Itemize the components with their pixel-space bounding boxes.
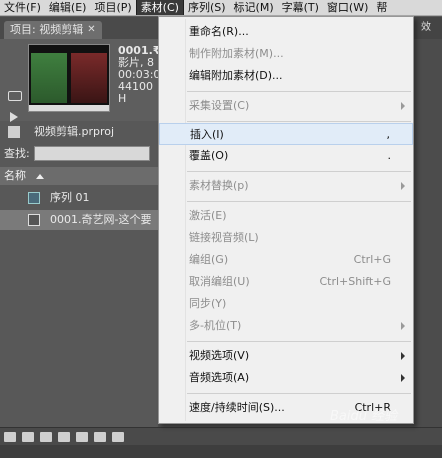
delete-icon[interactable]: [112, 431, 124, 442]
menu-item-insert[interactable]: 插入(I) ,: [159, 123, 413, 145]
menu-title[interactable]: 字幕(T): [278, 0, 323, 15]
column-header-name[interactable]: 名称: [0, 167, 158, 185]
find-icon[interactable]: [58, 431, 70, 442]
submenu-arrow-icon: [401, 102, 405, 110]
menu-item-label: 同步(Y): [189, 297, 227, 310]
menu-file[interactable]: 文件(F): [0, 0, 45, 15]
menu-item-label: 多-机位(T): [189, 319, 242, 332]
menu-item-label: 音频选项(A): [189, 371, 250, 384]
menu-separator: [187, 201, 411, 202]
menu-help[interactable]: 帮: [372, 0, 391, 15]
submenu-arrow-icon: [401, 322, 405, 330]
new-bin-icon[interactable]: [76, 431, 88, 442]
menu-item-synchronize[interactable]: 同步(Y): [159, 293, 413, 315]
menu-item-label: 链接视音频(L): [189, 231, 259, 244]
thumbnail-frame-right: [71, 53, 107, 103]
menu-item-label: 重命名(R)...: [189, 25, 249, 38]
find-input[interactable]: [33, 145, 150, 161]
new-item-icon[interactable]: [94, 431, 106, 442]
clip-thumbnail: [28, 44, 110, 112]
thumbnail-scrub-bar[interactable]: [29, 105, 109, 111]
menu-item-rename[interactable]: 重命名(R)...: [159, 21, 413, 43]
list-item[interactable]: 序列 01: [0, 188, 158, 208]
menu-item-label: 激活(E): [189, 209, 227, 222]
menu-item-make-subclip[interactable]: 制作附加素材(M)...: [159, 43, 413, 65]
sequence-icon: [28, 192, 40, 204]
menu-item-shortcut: Ctrl+Shift+G: [319, 275, 391, 288]
film-clip-icon: [28, 214, 40, 226]
project-tab-row: 项目: 视频剪辑 ✕: [0, 17, 158, 39]
find-row: 查找:: [0, 143, 158, 163]
camera-icon[interactable]: [8, 91, 22, 101]
list-view-icon[interactable]: [4, 431, 16, 442]
menu-item-edit-subclip[interactable]: 编辑附加素材(D)...: [159, 65, 413, 87]
watermark: Baidu 经验: [330, 409, 398, 424]
menu-separator: [187, 121, 411, 122]
menu-item-overlay[interactable]: 覆盖(O) .: [159, 145, 413, 167]
menu-item-label: 制作附加素材(M)...: [189, 47, 284, 60]
menu-item-shortcut: ,: [386, 128, 391, 141]
menu-item-audio-options[interactable]: 音频选项(A): [159, 367, 413, 389]
project-panel: 项目: 视频剪辑 ✕ 0001.₹ 影片, 8 00:03:0 44100 H …: [0, 17, 160, 458]
menu-item-label: 视频选项(V): [189, 349, 250, 362]
close-icon[interactable]: ✕: [87, 21, 95, 39]
menu-item-shortcut: .: [387, 149, 392, 162]
menu-clip[interactable]: 素材(C): [135, 0, 184, 15]
thumbnail-frame-left: [31, 53, 67, 103]
menu-item-label: 编组(G): [189, 253, 229, 266]
menu-item-label: 素材替换(p): [189, 179, 249, 192]
menu-sequence[interactable]: 序列(S): [184, 0, 230, 15]
menu-item-replace-footage[interactable]: 素材替换(p): [159, 175, 413, 197]
menu-item-video-options[interactable]: 视频选项(V): [159, 345, 413, 367]
project-tab[interactable]: 项目: 视频剪辑 ✕: [4, 21, 102, 39]
menu-item-link-av[interactable]: 链接视音频(L): [159, 227, 413, 249]
clip-preview: 0001.₹ 影片, 8 00:03:0 44100 H: [0, 39, 160, 122]
find-label: 查找:: [4, 147, 30, 160]
menu-item-label: 覆盖(O): [189, 149, 229, 162]
sort-ascending-icon: [35, 174, 44, 179]
menu-item-group[interactable]: 编组(G) Ctrl+G: [159, 249, 413, 271]
menu-item-label: 插入(I): [190, 128, 224, 141]
effects-tab[interactable]: 效: [410, 17, 442, 39]
menu-separator: [187, 91, 411, 92]
menu-marker[interactable]: 标记(M): [230, 0, 278, 15]
menu-item-multi-camera[interactable]: 多-机位(T): [159, 315, 413, 337]
list-item[interactable]: 0001.奇艺网-这个要: [0, 210, 158, 230]
list-item-label: 0001.奇艺网-这个要: [50, 213, 152, 226]
menu-item-enable[interactable]: 激活(E): [159, 205, 413, 227]
panel-bottom-toolbar: [0, 427, 442, 445]
menu-item-label: 取消编组(U): [189, 275, 250, 288]
menu-edit[interactable]: 编辑(E): [45, 0, 91, 15]
menu-item-capture-settings[interactable]: 采集设置(C): [159, 95, 413, 117]
clip-rate: 44100 H: [118, 80, 153, 105]
icon-view-icon[interactable]: [22, 431, 34, 442]
automate-icon[interactable]: [40, 431, 52, 442]
list-item-label: 序列 01: [50, 191, 90, 204]
menu-bar: 文件(F) 编辑(E) 项目(P) 素材(C) 序列(S) 标记(M) 字幕(T…: [0, 0, 442, 16]
menu-item-label: 速度/持续时间(S)...: [189, 401, 285, 414]
horizontal-scrollbar[interactable]: [0, 445, 442, 458]
clip-menu-dropdown: 重命名(R)... 制作附加素材(M)... 编辑附加素材(D)... 采集设置…: [158, 16, 414, 424]
menu-item-ungroup[interactable]: 取消编组(U) Ctrl+Shift+G: [159, 271, 413, 293]
menu-separator: [187, 341, 411, 342]
menu-item-label: 采集设置(C): [189, 99, 250, 112]
column-header-label: 名称: [4, 169, 26, 182]
submenu-arrow-icon: [401, 182, 405, 190]
project-file-label: 视频剪辑.prproj: [34, 125, 115, 138]
clip-info: 0001.₹ 影片, 8 00:03:0 44100 H: [118, 45, 160, 105]
submenu-arrow-icon: [401, 352, 405, 360]
menu-separator: [187, 393, 411, 394]
menu-item-label: 编辑附加素材(D)...: [189, 69, 283, 82]
project-file-name: 视频剪辑.prproj: [0, 123, 158, 141]
menu-separator: [187, 171, 411, 172]
submenu-arrow-icon: [401, 374, 405, 382]
menu-project[interactable]: 项目(P): [90, 0, 135, 15]
play-icon[interactable]: [10, 112, 18, 122]
menu-item-shortcut: Ctrl+G: [353, 253, 391, 266]
file-icon: [8, 126, 20, 138]
project-tab-label: 项目: 视频剪辑: [10, 23, 84, 36]
menu-window[interactable]: 窗口(W): [323, 0, 372, 15]
